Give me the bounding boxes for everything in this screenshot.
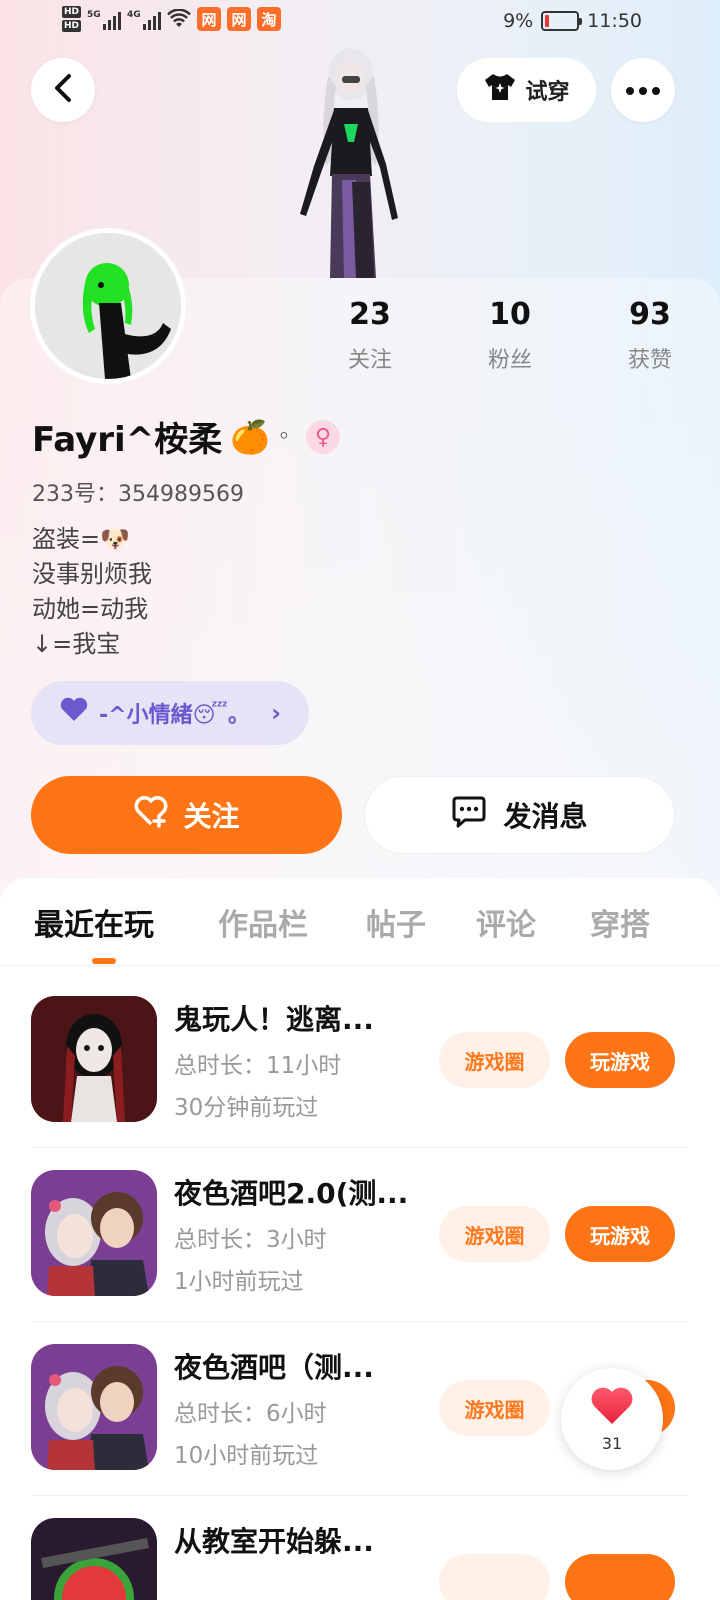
game-circle-button[interactable] (439, 1554, 550, 1600)
more-dots-icon (625, 81, 661, 100)
game-icon (31, 996, 157, 1122)
like-count: 31 (601, 1433, 623, 1453)
tab-recently-played[interactable]: 最近在玩 (34, 900, 154, 944)
hd-indicators: HD HD (62, 6, 82, 32)
bio-line: ↓=我宝 (32, 630, 121, 658)
stat-value: 93 (629, 297, 671, 332)
try-on-label: 试穿 (525, 80, 570, 105)
status-bar: HD HD 5G 4G 网 网 淘 9% 11:50 (0, 0, 720, 46)
try-on-button[interactable]: 试穿 (457, 58, 596, 122)
heart-icon (59, 697, 89, 729)
send-message-button[interactable]: 发消息 (364, 776, 675, 854)
play-game-button[interactable] (565, 1554, 675, 1600)
clock: 11:50 (587, 10, 642, 32)
stat-label: 获赞 (627, 348, 672, 373)
stat-value: 23 (349, 297, 391, 332)
game-title: 夜色酒吧（测... (174, 1351, 374, 1384)
game-last-played: 30分钟前玩过 (174, 1095, 319, 1121)
orange-emoji: 🍊 (230, 417, 271, 456)
tab-posts[interactable]: 帖子 (366, 900, 426, 944)
list-item[interactable]: 从教室开始躲... (0, 1496, 720, 1600)
signal-label: 5G (87, 10, 101, 20)
wifi-icon (167, 8, 191, 29)
hd-badge: HD (62, 6, 82, 18)
follow-label: 关注 (183, 800, 240, 833)
game-title: 鬼玩人！逃离... (174, 1003, 374, 1036)
game-duration: 总时长：6小时 (174, 1401, 327, 1427)
back-button[interactable] (31, 58, 95, 122)
bio-line: 盗装=🐶 (32, 525, 130, 553)
tab-works[interactable]: 作品栏 (218, 900, 308, 944)
signal-4g-icon: 4G (127, 8, 162, 30)
followers-stat[interactable]: 10 粉丝 (440, 296, 580, 374)
list-item[interactable]: 鬼玩人！逃离... 总时长：11小时 30分钟前玩过 游戏圈 玩游戏 (0, 974, 720, 1148)
message-label: 发消息 (503, 800, 588, 833)
game-last-played: 10小时前玩过 (174, 1443, 319, 1469)
heart-plus-icon (133, 795, 169, 835)
tab-outfits[interactable]: 穿搭 (590, 900, 650, 944)
game-title: 从教室开始躲... (174, 1525, 374, 1558)
notification-app-icon: 网 (197, 7, 222, 31)
game-icon (31, 1170, 157, 1296)
bio-line: 动她=动我 (32, 595, 149, 623)
status-bar-right: 9% 11:50 (503, 10, 642, 32)
profile-tabs: 最近在玩 作品栏 帖子 评论 穿搭 (0, 878, 720, 966)
stat-label: 关注 (347, 348, 392, 373)
status-bar-left: HD HD 5G 4G 网 网 淘 (62, 6, 282, 32)
character-avatar-image (286, 46, 416, 278)
mood-status-chip[interactable]: -^小情緒😴。 › (31, 681, 309, 745)
user-id: 233号：354989569 (32, 482, 244, 507)
hd-badge: HD (62, 20, 82, 32)
chevron-right-icon: › (271, 699, 281, 727)
game-duration: 总时长：11小时 (174, 1053, 342, 1079)
game-circle-button[interactable]: 游戏圈 (439, 1032, 550, 1088)
nickname: Fayri^桉柔 🍊 ◦ (32, 412, 290, 461)
floating-like-button[interactable]: 31 (561, 1368, 663, 1470)
signal-5g-icon: 5G (87, 8, 122, 30)
chevron-left-icon (52, 73, 74, 107)
heart-icon (589, 1386, 635, 1430)
battery-percent: 9% (503, 10, 534, 32)
mood-label: -^小情緒😴。 (99, 703, 250, 728)
notification-app-icon: 网 (227, 7, 252, 31)
bio-line: 没事别烦我 (32, 560, 152, 588)
list-item[interactable]: 夜色酒吧2.0(测... 总时长：3小时 1小时前玩过 游戏圈 玩游戏 (0, 1148, 720, 1322)
game-icon (31, 1518, 157, 1600)
game-duration: 总时长：3小时 (174, 1227, 327, 1253)
follow-button[interactable]: 关注 (31, 776, 342, 854)
nickname-text: Fayri^桉柔 (32, 420, 223, 460)
more-options-button[interactable] (611, 58, 675, 122)
active-tab-indicator (92, 958, 116, 964)
female-gender-icon: ♀ (306, 420, 340, 454)
chat-bubble-icon (451, 795, 487, 836)
avatar[interactable] (30, 228, 186, 384)
nickname-suffix: ◦ (278, 426, 290, 447)
taobao-app-icon: 淘 (257, 7, 282, 31)
play-game-button[interactable]: 玩游戏 (565, 1032, 675, 1088)
game-last-played: 1小时前玩过 (174, 1269, 304, 1295)
game-circle-button[interactable]: 游戏圈 (439, 1380, 550, 1436)
game-icon (31, 1344, 157, 1470)
bio: 盗装=🐶 没事别烦我 动她=动我 ↓=我宝 (32, 522, 152, 662)
game-title: 夜色酒吧2.0(测... (174, 1177, 409, 1210)
stat-value: 10 (489, 297, 531, 332)
following-stat[interactable]: 23 关注 (300, 296, 440, 374)
battery-icon (541, 11, 583, 31)
signal-label: 4G (127, 10, 141, 20)
profile-stats: 23 关注 10 粉丝 93 获赞 (300, 296, 720, 374)
game-circle-button[interactable]: 游戏圈 (439, 1206, 550, 1262)
stat-label: 粉丝 (487, 348, 532, 373)
likes-stat[interactable]: 93 获赞 (580, 296, 720, 374)
tab-comments[interactable]: 评论 (476, 900, 536, 944)
tshirt-sparkle-icon (483, 72, 517, 108)
play-game-button[interactable]: 玩游戏 (565, 1206, 675, 1262)
